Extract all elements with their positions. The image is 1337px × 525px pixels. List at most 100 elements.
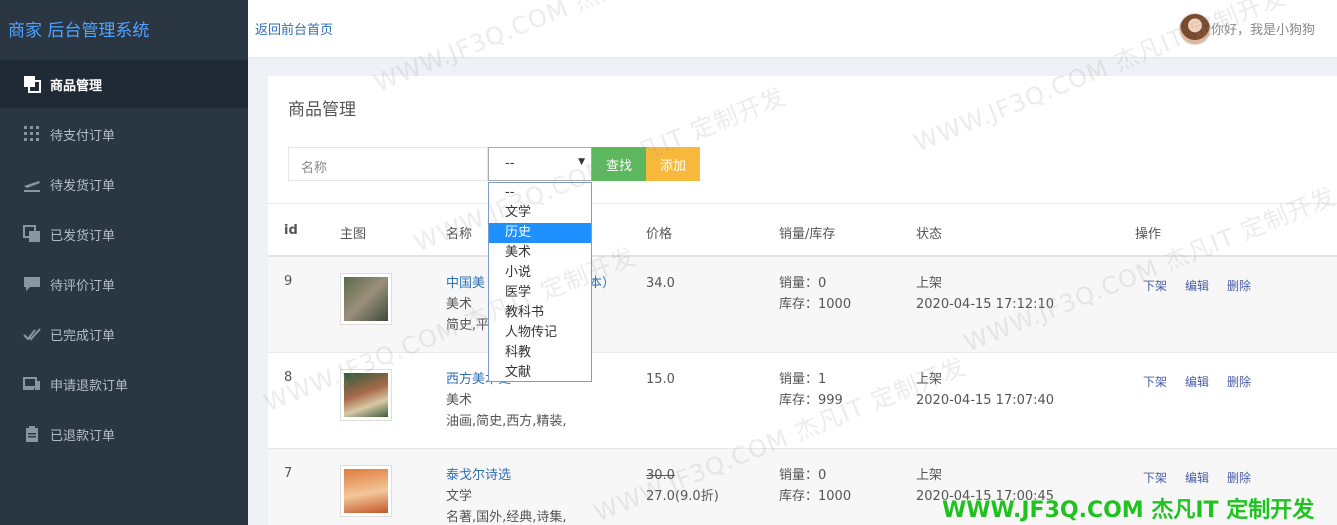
price: 15.0 xyxy=(646,372,675,387)
devices-icon xyxy=(22,375,42,393)
column-header-image: 主图 xyxy=(340,227,367,242)
product-panel: 商品管理 名称 -- ▼ 查找 添加 -- 文学 历史 美术 小说 医学 教科书… xyxy=(268,76,1337,525)
price-cell: 15.0 xyxy=(646,369,675,390)
original-price: 30.0 xyxy=(646,468,675,483)
table-header: id 主图 名称 价格 销量/库存 状态 操作 xyxy=(268,203,1337,257)
sidebar-item-label: 已完成订单 xyxy=(50,328,116,344)
status-badge: 上架 xyxy=(916,468,943,483)
sidebar-item-product-management[interactable]: 商品管理 xyxy=(0,60,248,108)
product-name-link[interactable]: 泰戈尔诗选 xyxy=(446,468,511,483)
copy-icon xyxy=(22,225,42,243)
name-search-input[interactable]: 名称 xyxy=(288,147,488,181)
dropdown-option[interactable]: 小说 xyxy=(489,263,591,283)
plane-icon xyxy=(22,175,42,193)
dropdown-option[interactable]: 医学 xyxy=(489,283,591,303)
sidebar-item-pending-review[interactable]: 待评价订单 xyxy=(0,260,248,308)
delete-button[interactable]: 删除 xyxy=(1227,471,1251,485)
edit-button[interactable]: 编辑 xyxy=(1185,471,1209,485)
product-thumbnail[interactable] xyxy=(340,369,392,421)
sidebar: 商家 后台管理系统 商品管理 待支付订单 待发货订单 已发货订单 待评价订单 已… xyxy=(0,0,248,525)
product-name-suffix[interactable]: 本） xyxy=(589,276,615,291)
category-select-value: -- xyxy=(505,156,515,171)
product-tags: 油画,简史,西方,精装, xyxy=(446,414,567,429)
sidebar-item-refunded[interactable]: 已退款订单 xyxy=(0,410,248,458)
discount-price: 27.0(9.0折) xyxy=(646,489,719,504)
find-button[interactable]: 查找 xyxy=(592,147,646,181)
product-category: 文学 xyxy=(446,489,473,504)
row-actions: 下架 编辑 删除 xyxy=(1143,469,1269,486)
sidebar-item-pending-shipment[interactable]: 待发货订单 xyxy=(0,160,248,208)
corner-watermark: WWW.JF3Q.COM 杰凡IT 定制开发 xyxy=(942,498,1315,523)
table-row: 8 西方美术史 美术 油画,简史,西方,精装, 15.0 销量：1 库存：999… xyxy=(268,353,1337,449)
sales-count: 销量：0 xyxy=(779,468,827,483)
delete-button[interactable]: 删除 xyxy=(1227,279,1251,293)
sales-stock-cell: 销量：1 库存：999 xyxy=(779,369,843,411)
table-row: 9 中国美 本） 美术 简史,平 34.0 销量：0 库存：1000 上架 202… xyxy=(268,257,1337,353)
price-cell: 34.0 xyxy=(646,273,675,294)
dropdown-option[interactable]: 教科书 xyxy=(489,303,591,323)
sidebar-item-label: 待支付订单 xyxy=(50,128,116,144)
dropdown-option[interactable]: 文学 xyxy=(489,203,591,223)
unlist-button[interactable]: 下架 xyxy=(1143,375,1167,389)
sidebar-item-completed[interactable]: 已完成订单 xyxy=(0,310,248,358)
avatar[interactable] xyxy=(1179,13,1211,45)
category-select[interactable]: -- ▼ xyxy=(488,147,592,181)
sales-stock-cell: 销量：0 库存：1000 xyxy=(779,273,851,315)
row-actions: 下架 编辑 删除 xyxy=(1143,277,1269,294)
sidebar-item-label: 待评价订单 xyxy=(50,278,116,294)
sidebar-item-label: 申请退款订单 xyxy=(50,378,129,394)
dropdown-option[interactable]: 人物传记 xyxy=(489,323,591,343)
unlist-button[interactable]: 下架 xyxy=(1143,471,1167,485)
caret-down-icon: ▼ xyxy=(578,157,585,167)
copy-icon xyxy=(22,75,42,93)
product-thumbnail[interactable] xyxy=(340,273,392,325)
row-actions: 下架 编辑 删除 xyxy=(1143,373,1269,390)
row-id: 9 xyxy=(284,274,293,289)
delete-button[interactable]: 删除 xyxy=(1227,375,1251,389)
add-button[interactable]: 添加 xyxy=(646,147,700,181)
comment-icon xyxy=(22,275,42,293)
sidebar-item-refund-request[interactable]: 申请退款订单 xyxy=(0,360,248,408)
column-header-name: 名称 xyxy=(446,227,473,242)
page-title: 商品管理 xyxy=(288,100,356,120)
product-thumbnail[interactable] xyxy=(340,465,392,517)
stock-count: 库存：1000 xyxy=(779,297,852,312)
top-bar: 返回前台首页 你好，我是小狗狗 xyxy=(248,0,1337,58)
stock-count: 库存：1000 xyxy=(779,489,852,504)
column-header-sales-stock: 销量/库存 xyxy=(779,227,836,242)
double-check-icon xyxy=(22,325,42,343)
unlist-button[interactable]: 下架 xyxy=(1143,279,1167,293)
price-cell: 30.0 27.0(9.0折) xyxy=(646,465,719,507)
status-badge: 上架 xyxy=(916,276,943,291)
product-tags: 名著,国外,经典,诗集, xyxy=(446,510,567,525)
sidebar-item-label: 商品管理 xyxy=(50,78,103,94)
sidebar-item-shipped[interactable]: 已发货订单 xyxy=(0,210,248,258)
dropdown-option[interactable]: 文献 xyxy=(489,363,591,383)
back-to-home-link[interactable]: 返回前台首页 xyxy=(255,19,333,38)
sidebar-item-pending-payment[interactable]: 待支付订单 xyxy=(0,110,248,158)
edit-button[interactable]: 编辑 xyxy=(1185,375,1209,389)
stock-count: 库存：999 xyxy=(779,393,843,408)
dropdown-option-highlighted[interactable]: 历史 xyxy=(489,223,591,243)
edit-button[interactable]: 编辑 xyxy=(1185,279,1209,293)
sidebar-item-label: 待发货订单 xyxy=(50,178,116,194)
product-category: 美术 xyxy=(446,393,473,408)
product-name-link[interactable]: 中国美 xyxy=(446,276,485,291)
column-header-status: 状态 xyxy=(916,227,943,242)
timestamp: 2020-04-15 17:07:40 xyxy=(916,393,1055,408)
sidebar-item-label: 已发货订单 xyxy=(50,228,116,244)
sales-count: 销量：0 xyxy=(779,276,827,291)
column-header-actions: 操作 xyxy=(1135,227,1162,242)
price: 34.0 xyxy=(646,276,675,291)
grid-dots-icon xyxy=(22,125,42,143)
sales-count: 销量：1 xyxy=(779,372,827,387)
column-header-price: 价格 xyxy=(646,227,673,242)
sales-stock-cell: 销量：0 库存：1000 xyxy=(779,465,851,507)
dropdown-option[interactable]: 美术 xyxy=(489,243,591,263)
dropdown-option[interactable]: 科教 xyxy=(489,343,591,363)
user-greeting[interactable]: 你好，我是小狗狗 xyxy=(1211,19,1315,38)
dropdown-option[interactable]: -- xyxy=(489,183,591,203)
column-header-id: id xyxy=(284,223,298,238)
status-cell: 上架 2020-04-15 17:07:40 xyxy=(916,369,1054,411)
status-badge: 上架 xyxy=(916,372,943,387)
